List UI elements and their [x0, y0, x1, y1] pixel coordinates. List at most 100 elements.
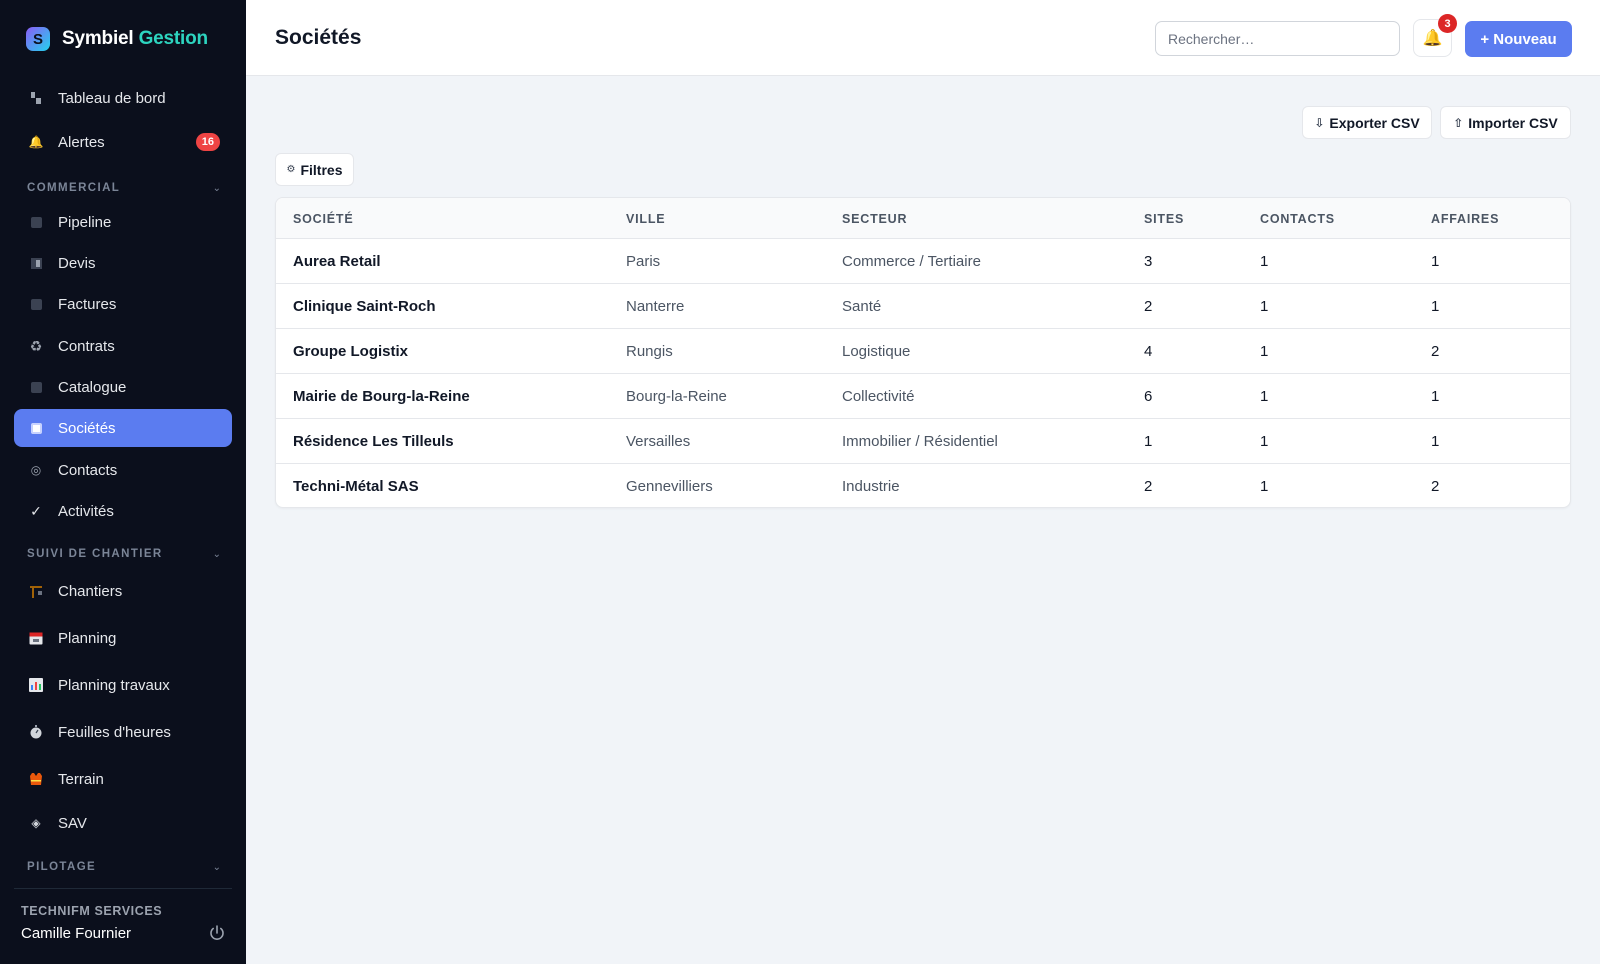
filters-button[interactable]: ⚙ Filtres: [275, 153, 354, 186]
sidebar-item-sav[interactable]: ◈ SAV: [14, 804, 232, 842]
sidebar-item-planning[interactable]: Planning: [14, 619, 232, 657]
sidebar: S Symbiel Gestion Tableau de bord 🔔 Aler…: [0, 0, 246, 964]
sidebar-item-pipeline[interactable]: Pipeline: [14, 203, 232, 241]
section-title: SUIVI DE CHANTIER: [27, 548, 163, 560]
circle-icon: ◎: [30, 463, 42, 477]
cell-affaires: 1: [1431, 433, 1440, 450]
import-csv-button[interactable]: ⇧ Importer CSV: [1440, 106, 1571, 139]
cell-societe[interactable]: Mairie de Bourg-la-Reine: [293, 388, 470, 405]
sidebar-item-label: Activités: [58, 502, 114, 520]
companies-table: SOCIÉTÉ VILLE SECTEUR SITES CONTACTS AFF…: [275, 197, 1571, 508]
logout-power-icon[interactable]: [208, 924, 226, 942]
new-button[interactable]: + Nouveau: [1465, 21, 1572, 57]
cell-secteur: Collectivité: [842, 388, 915, 405]
section-pilotage[interactable]: PILOTAGE ⌄: [27, 861, 221, 873]
crane-icon: [28, 583, 44, 599]
cell-ville: Versailles: [626, 433, 691, 450]
column-header-affaires[interactable]: AFFAIRES: [1431, 212, 1499, 226]
brand[interactable]: S Symbiel Gestion: [26, 24, 208, 54]
sidebar-item-label: Contacts: [58, 461, 118, 479]
alerts-count-badge: 16: [195, 133, 220, 151]
sidebar-item-societes[interactable]: Sociétés: [14, 409, 232, 447]
cell-secteur: Logistique: [842, 343, 911, 360]
table-row[interactable]: Résidence Les Tilleuls Versailles Immobi…: [276, 419, 1570, 464]
cell-affaires: 2: [1431, 478, 1440, 495]
sidebar-item-label: Catalogue: [58, 378, 127, 396]
user-name: Camille Fournier: [21, 925, 132, 942]
cell-secteur: Santé: [842, 298, 882, 315]
cell-sites: 2: [1144, 298, 1153, 315]
cell-contacts: 1: [1260, 343, 1269, 360]
vest-icon: [28, 771, 44, 787]
stopwatch-icon: [28, 724, 44, 740]
cell-societe[interactable]: Aurea Retail: [293, 253, 381, 270]
upload-arrow-icon: ⇧: [1453, 115, 1464, 130]
sidebar-divider: [14, 888, 232, 889]
notifications-count-badge: 3: [1438, 14, 1457, 33]
column-header-secteur[interactable]: SECTEUR: [842, 212, 907, 226]
table-row[interactable]: Mairie de Bourg-la-Reine Bourg-la-Reine …: [276, 374, 1570, 419]
bell-icon: 🔔: [28, 135, 44, 149]
cell-contacts: 1: [1260, 388, 1269, 405]
export-csv-label: Exporter CSV: [1329, 114, 1420, 131]
cell-affaires: 1: [1431, 253, 1440, 270]
square-icon: [28, 296, 44, 312]
filters-label: Filtres: [300, 161, 343, 178]
sidebar-item-contrats[interactable]: ♻ Contrats: [14, 327, 232, 365]
cell-societe[interactable]: Techni-Métal SAS: [293, 478, 419, 495]
top-bar: Sociétés 🔔 3 + Nouveau: [246, 0, 1600, 76]
section-commercial[interactable]: COMMERCIAL ⌄: [27, 182, 221, 194]
organization-name: TECHNIFM SERVICES: [21, 904, 163, 918]
cell-sites: 6: [1144, 388, 1153, 405]
cell-contacts: 1: [1260, 478, 1269, 495]
brand-logo-icon: S: [26, 27, 50, 51]
cell-secteur: Immobilier / Résidentiel: [842, 433, 998, 450]
sidebar-item-label: Terrain: [58, 770, 104, 788]
section-suivi-chantier[interactable]: SUIVI DE CHANTIER ⌄: [27, 548, 221, 560]
page-title: Sociétés: [275, 26, 362, 49]
column-header-sites[interactable]: SITES: [1144, 212, 1184, 226]
cell-ville: Gennevilliers: [626, 478, 713, 495]
column-header-ville[interactable]: VILLE: [626, 212, 665, 226]
bell-icon: 🔔: [1422, 30, 1443, 47]
cell-ville: Paris: [626, 253, 661, 270]
export-csv-button[interactable]: ⇩ Exporter CSV: [1302, 106, 1432, 139]
cell-societe[interactable]: Clinique Saint-Roch: [293, 298, 436, 315]
sidebar-item-chantiers[interactable]: Chantiers: [14, 572, 232, 610]
check-icon: ✓: [30, 502, 42, 519]
square-icon: [28, 379, 44, 395]
sidebar-item-factures[interactable]: Factures: [14, 285, 232, 323]
sidebar-item-label: Feuilles d'heures: [58, 723, 171, 741]
sidebar-item-label: Contrats: [58, 337, 115, 355]
sidebar-item-feuilles-heures[interactable]: Feuilles d'heures: [14, 713, 232, 751]
table-row[interactable]: Techni-Métal SAS Gennevilliers Industrie…: [276, 464, 1570, 507]
sidebar-item-catalogue[interactable]: Catalogue: [14, 368, 232, 406]
cell-sites: 3: [1144, 253, 1153, 270]
cell-societe[interactable]: Groupe Logistix: [293, 343, 408, 360]
cell-societe[interactable]: Résidence Les Tilleuls: [293, 433, 454, 450]
cell-affaires: 1: [1431, 388, 1440, 405]
sidebar-item-terrain[interactable]: Terrain: [14, 760, 232, 798]
chevron-down-icon: ⌄: [212, 548, 221, 560]
chevron-down-icon: ⌄: [212, 182, 221, 194]
sidebar-item-devis[interactable]: Devis: [14, 244, 232, 282]
sidebar-item-dashboard[interactable]: Tableau de bord: [14, 79, 232, 117]
table-row[interactable]: Groupe Logistix Rungis Logistique 4 1 2: [276, 329, 1570, 374]
sidebar-item-activites[interactable]: ✓ Activités: [14, 492, 232, 530]
square-icon: [28, 214, 44, 230]
cell-secteur: Commerce / Tertiaire: [842, 253, 981, 270]
search-input[interactable]: [1155, 21, 1400, 56]
recycle-icon: ♻: [29, 337, 43, 354]
column-header-societe[interactable]: SOCIÉTÉ: [293, 212, 353, 226]
sidebar-item-label: Factures: [58, 295, 117, 313]
sidebar-item-contacts[interactable]: ◎ Contacts: [14, 451, 232, 489]
cell-affaires: 1: [1431, 298, 1440, 315]
table-row[interactable]: Clinique Saint-Roch Nanterre Santé 2 1 1: [276, 284, 1570, 329]
dashboard-icon: [28, 90, 44, 106]
sidebar-item-alertes[interactable]: 🔔 Alertes 16: [14, 123, 232, 161]
sidebar-item-planning-travaux[interactable]: Planning travaux: [14, 666, 232, 704]
chevron-down-icon: ⌄: [212, 861, 221, 873]
column-header-contacts[interactable]: CONTACTS: [1260, 212, 1335, 226]
cell-contacts: 1: [1260, 433, 1269, 450]
table-row[interactable]: Aurea Retail Paris Commerce / Tertiaire …: [276, 239, 1570, 284]
